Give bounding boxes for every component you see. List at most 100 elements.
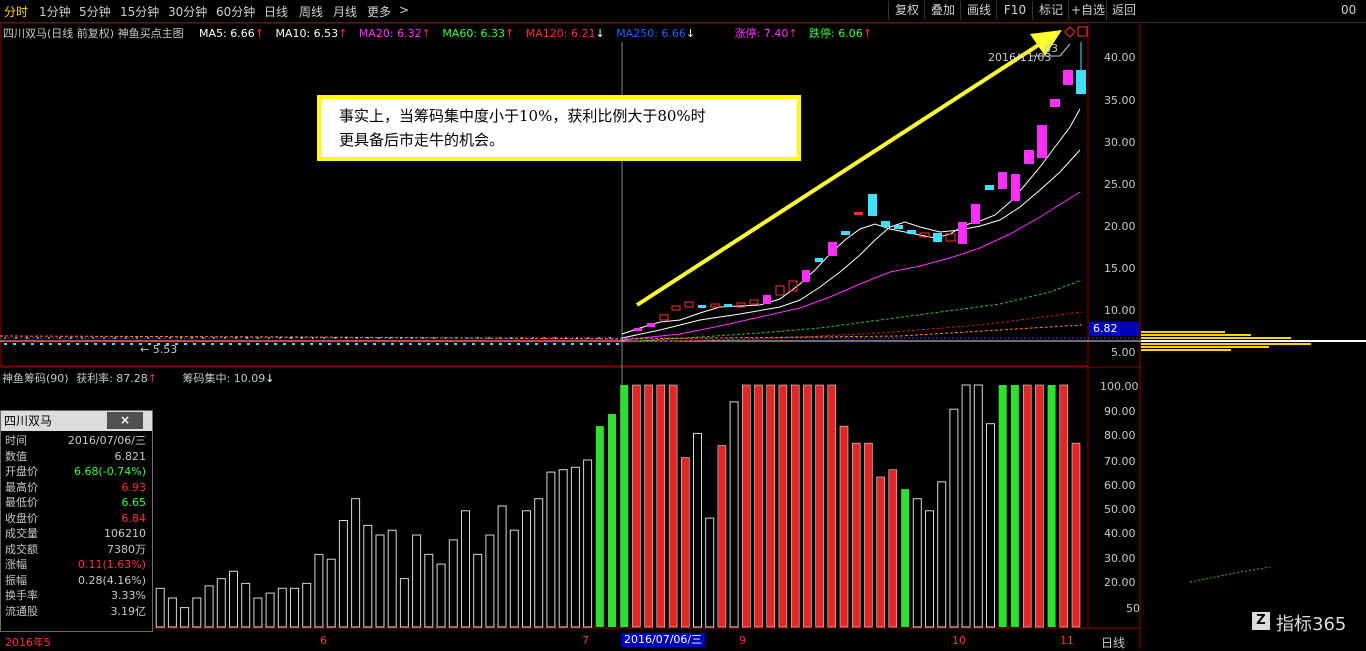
chip-distribution-profile [1141, 331, 1366, 351]
profit-bar [473, 553, 483, 628]
candle [933, 233, 942, 242]
profit-bar [693, 432, 702, 628]
add-watchlist-button[interactable]: +自选 [1068, 1, 1107, 20]
info-row: 换手率 3.33% [1, 588, 152, 603]
tab-30min[interactable]: 30分钟 [168, 3, 207, 20]
profit-bar [803, 384, 812, 628]
info-row: 成交量 106210 [1, 526, 152, 541]
back-button[interactable]: 返回 [1106, 1, 1141, 20]
current-price-tag: 6.82 [1089, 322, 1139, 336]
profit-bar [925, 510, 934, 628]
candle [841, 231, 850, 235]
profit-bar [412, 534, 422, 628]
profit-bar [399, 578, 409, 628]
candle [1011, 174, 1020, 201]
info-row-value: 6.68(-0.74%) [74, 465, 146, 478]
profit-bar [229, 570, 238, 628]
y-tick: 40.00 [1104, 51, 1136, 64]
mini-ma-line [1189, 566, 1271, 583]
candle [998, 172, 1007, 189]
f10-button[interactable]: F10 [996, 1, 1033, 20]
profit-bar [253, 597, 263, 628]
tab-1min[interactable]: 1分钟 [39, 3, 71, 20]
profit-bar [155, 587, 165, 628]
info-row-value: 6.84 [121, 511, 147, 525]
profit-bar [766, 384, 775, 628]
indicator-row: MA5: 6.66↑ MA10: 6.53↑ MA20: 6.32↑ MA60:… [199, 25, 872, 40]
adjust-button[interactable]: 复权 [888, 1, 925, 20]
info-row-value: 3.19亿 [110, 604, 147, 618]
tab-60min[interactable]: 60分钟 [216, 3, 255, 20]
tab-more[interactable]: 更多 [367, 3, 391, 20]
profit-bar [937, 481, 947, 628]
profit-bar [436, 563, 446, 628]
ma5-indicator: MA5: 6.66↑ [199, 27, 264, 40]
info-row: 振幅 0.28(4.16%) [1, 573, 152, 588]
info-panel-title: 四川双马 [4, 414, 53, 428]
y-tick: 35.00 [1104, 94, 1136, 107]
profit-bar [570, 466, 580, 628]
candle [815, 258, 823, 262]
info-row-key: 振幅 [5, 573, 27, 587]
tab-timeshare[interactable]: 分时 [4, 3, 28, 20]
tab-monthly[interactable]: 月线 [333, 3, 357, 20]
period-label[interactable]: 日线 [1101, 634, 1125, 651]
ma20-line [621, 191, 1081, 341]
candle [684, 301, 694, 308]
x-label: 6 [320, 634, 327, 647]
ma60-indicator: MA60: 6.33↑ [442, 27, 515, 40]
profit-bar [790, 384, 800, 628]
profit-bar [448, 539, 458, 628]
profit-bar [949, 408, 959, 628]
more-chevron-icon[interactable]: > [399, 3, 409, 17]
sub-y-tick: 60.00 [1104, 479, 1136, 492]
profit-bar [632, 384, 641, 628]
overlay-button[interactable]: 叠加 [924, 1, 961, 20]
mark-button[interactable]: 标记 [1032, 1, 1069, 20]
profit-bar [314, 553, 324, 628]
right-edge-label: 00 [1341, 3, 1357, 17]
sub-y-tick: 40.00 [1104, 527, 1136, 540]
sub-y-tick: 50.00 [1104, 503, 1136, 516]
profit-bar [778, 384, 788, 628]
candle [1076, 70, 1086, 94]
close-icon[interactable]: × [107, 412, 143, 429]
period-toolbar: 分时 1分钟 5分钟 15分钟 30分钟 60分钟 日线 周线 月线 更多 > … [0, 0, 1366, 23]
peak-date-label: 2016/11/03 [988, 51, 1052, 64]
tab-5min[interactable]: 5分钟 [79, 3, 111, 20]
info-row-value: 2016/07/06/三 [67, 434, 146, 447]
tab-15min[interactable]: 15分钟 [120, 3, 159, 20]
profit-bar [705, 517, 715, 628]
ma120-indicator: MA120: 6.21↓ [525, 27, 605, 40]
low-price-label: ← 5.53 [140, 343, 178, 356]
info-row-key: 流通股 [5, 604, 38, 618]
profit-bar [509, 529, 519, 628]
profit-bar [839, 425, 849, 628]
profit-bar [363, 524, 373, 628]
cursor-date-tag: 2016/07/06/三 [621, 633, 706, 647]
info-row-key: 最高价 [5, 480, 38, 494]
tab-weekly[interactable]: 周线 [299, 3, 323, 20]
profit-bar [888, 469, 898, 628]
profit-bar [754, 384, 763, 628]
profit-bar [961, 384, 971, 628]
draw-button[interactable]: 画线 [960, 1, 997, 20]
candle [985, 185, 994, 190]
x-label: 7 [582, 634, 589, 647]
info-row-key: 数值 [5, 449, 27, 463]
profit-bar [216, 578, 226, 628]
profit-bar [290, 587, 299, 628]
tab-daily[interactable]: 日线 [264, 3, 288, 20]
profit-bar [387, 529, 397, 628]
candle [958, 222, 967, 244]
sub-y-tick: 90.00 [1104, 405, 1136, 418]
profit-bar [338, 520, 348, 628]
profit-bar [595, 426, 604, 627]
profit-bar [204, 585, 214, 628]
profit-bar [180, 607, 190, 628]
info-row-value: 6.93 [121, 480, 147, 494]
profit-bar [558, 469, 568, 628]
candle [907, 230, 916, 234]
info-row-value: 106210 [104, 527, 146, 540]
sub-y-tick: 80.00 [1104, 429, 1136, 442]
